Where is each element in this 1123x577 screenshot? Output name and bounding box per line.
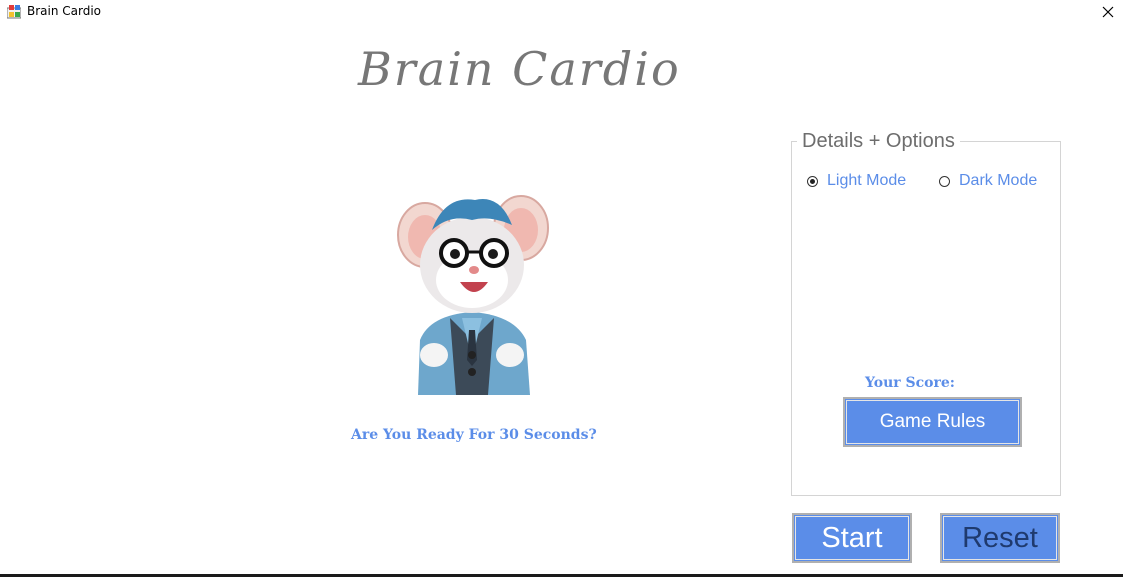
dark-mode-label: Dark Mode: [959, 172, 1038, 189]
radio-unselected-icon: [939, 175, 950, 187]
score-label: Your Score:: [865, 375, 955, 391]
mouse-mascot-image: [397, 195, 549, 395]
app-heading: Brain Cardio: [358, 42, 681, 96]
start-button[interactable]: Start: [792, 513, 912, 563]
title-bar: Brain Cardio: [0, 0, 1123, 23]
reset-button[interactable]: Reset: [940, 513, 1060, 563]
window-title: Brain Cardio: [27, 4, 102, 18]
details-options-legend: Details + Options: [797, 130, 960, 153]
ready-prompt-text: Are You Ready For 30 Seconds?: [351, 427, 597, 443]
close-button[interactable]: [1093, 0, 1123, 23]
close-icon: [1102, 6, 1114, 17]
light-mode-radio[interactable]: Light Mode: [807, 172, 906, 190]
radio-selected-icon: [807, 175, 818, 187]
app-icon: [7, 5, 21, 19]
light-mode-label: Light Mode: [827, 172, 907, 189]
dark-mode-radio[interactable]: Dark Mode: [939, 172, 1037, 190]
game-rules-button[interactable]: Game Rules: [843, 397, 1022, 447]
